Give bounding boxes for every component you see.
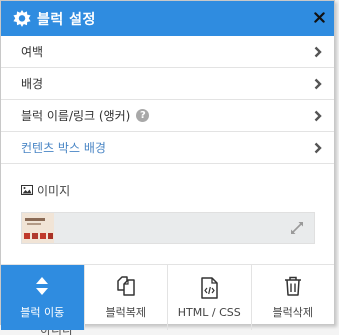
chevron-right-icon xyxy=(314,142,322,154)
help-icon[interactable]: ? xyxy=(136,109,150,122)
copy-block-button[interactable]: 블럭복제 xyxy=(83,265,168,330)
chevron-right-icon xyxy=(314,78,322,90)
code-file-icon xyxy=(198,276,220,299)
menu-item-label-group: 블럭 이름/링크 (앵커) ? xyxy=(21,107,150,124)
close-icon[interactable] xyxy=(310,8,328,26)
image-label-row: 이미지 xyxy=(21,180,314,200)
image-preview-box[interactable] xyxy=(21,212,315,244)
sort-arrows-icon xyxy=(31,275,53,297)
menu-item-label: 블럭 이름/링크 (앵커) xyxy=(21,109,131,123)
move-block-button[interactable]: 블럭 이동 xyxy=(1,265,84,330)
menu-item-margin[interactable]: 여백 xyxy=(1,36,334,68)
image-icon xyxy=(21,185,33,195)
move-block-label: 블럭 이동 xyxy=(20,306,65,319)
gear-icon xyxy=(13,9,31,28)
delete-block-label: 블럭삭제 xyxy=(272,306,313,319)
html-css-button[interactable]: HTML / CSS xyxy=(167,265,251,330)
trash-icon xyxy=(282,275,304,297)
panel-header: 블럭 설정 xyxy=(1,1,334,36)
image-label: 이미지 xyxy=(37,183,71,198)
image-section: 이미지 xyxy=(1,164,334,265)
chevron-right-icon xyxy=(314,46,322,58)
html-css-label: HTML / CSS xyxy=(177,305,241,319)
block-toolbar: 블럭 이동 블럭복제 HTML / CSS 블럭삭제 xyxy=(1,265,334,330)
menu-item-label: 여백 xyxy=(21,45,44,59)
menu-item-label: 배경 xyxy=(21,77,44,91)
block-settings-panel: 블럭 설정 여백 배경 블럭 이름/링크 (앵커) ? 컨텐츠 박스 배경 이미… xyxy=(0,0,335,330)
expand-icon[interactable] xyxy=(290,221,304,235)
menu-item-background[interactable]: 배경 xyxy=(1,68,334,100)
menu-item-content-box-background[interactable]: 컨텐츠 박스 배경 xyxy=(1,132,334,164)
menu-item-block-name-link[interactable]: 블럭 이름/링크 (앵커) ? xyxy=(1,100,334,132)
panel-title: 블럭 설정 xyxy=(37,11,96,28)
menu-item-label: 컨텐츠 박스 배경 xyxy=(21,141,106,155)
delete-block-button[interactable]: 블럭삭제 xyxy=(250,265,335,330)
image-thumbnail[interactable] xyxy=(22,213,54,243)
copy-icon xyxy=(115,275,137,297)
copy-block-label: 블럭복제 xyxy=(105,306,146,319)
chevron-right-icon xyxy=(314,110,322,122)
